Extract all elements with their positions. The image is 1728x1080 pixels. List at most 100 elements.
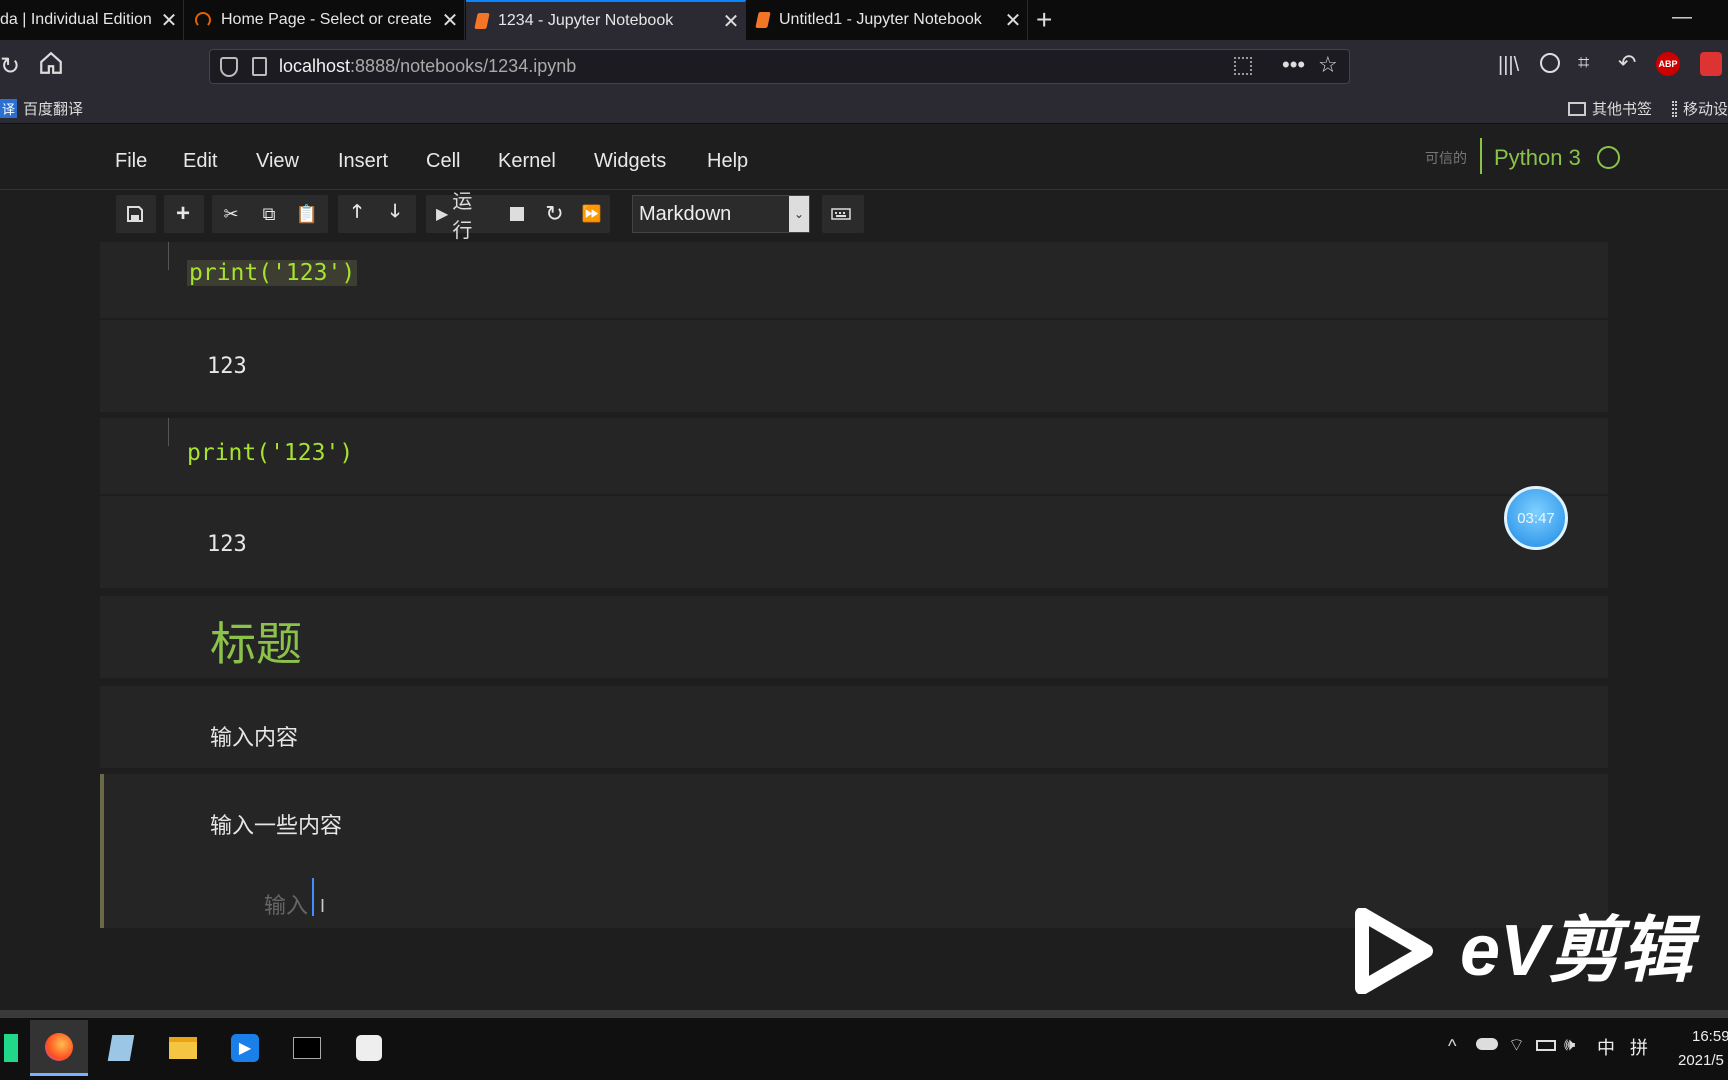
tab-1234-notebook[interactable]: 1234 - Jupyter Notebook ✕	[466, 0, 746, 40]
menu-kernel[interactable]: Kernel	[498, 150, 556, 173]
tab-anaconda[interactable]: da | Individual Edition ✕	[0, 0, 184, 40]
move-group: 🡑 🡓	[338, 195, 416, 233]
watermark-text: eV剪辑	[1460, 911, 1693, 991]
minimize-window-button[interactable]: —	[1672, 6, 1692, 29]
shield-icon[interactable]	[220, 56, 238, 77]
code-input[interactable]: print('123')	[187, 440, 353, 466]
menu-widgets[interactable]: Widgets	[594, 150, 666, 173]
horizontal-scrollbar[interactable]	[0, 1010, 1728, 1018]
insert-cell-icon[interactable]: +	[164, 195, 202, 233]
page-actions-icon[interactable]: •••	[1282, 52, 1305, 78]
markdown-cell-editing[interactable]: 输入一些内容 输入 I	[100, 774, 1608, 928]
insert-group: +	[164, 195, 204, 233]
app-firefox-icon[interactable]	[30, 1020, 88, 1076]
undo-close-icon[interactable]: ↶	[1618, 50, 1636, 76]
adblock-icon[interactable]: ABP	[1656, 52, 1680, 76]
account-icon[interactable]	[1540, 53, 1560, 73]
app-ev-recorder-icon[interactable]	[340, 1020, 398, 1076]
save-icon[interactable]	[116, 195, 154, 233]
code-cell-1[interactable]: print('123')	[100, 242, 1608, 318]
kernel-name[interactable]: Python 3	[1494, 145, 1581, 171]
close-icon[interactable]: ✕	[717, 9, 745, 34]
app-terminal-icon[interactable]	[278, 1020, 336, 1076]
editor-input[interactable]: 输入	[264, 888, 308, 920]
notebook-icon	[474, 13, 490, 29]
navigation-toolbar: ↻ localhost:8888/notebooks/1234.ipynb ••…	[0, 40, 1728, 92]
volume-icon[interactable]: 🕪	[1564, 1034, 1575, 1055]
cell-type-value: Markdown	[639, 202, 732, 225]
markdown-text: 输入一些内容	[210, 813, 343, 838]
output-text: 123	[207, 354, 247, 379]
restart-icon[interactable]: ↻	[536, 195, 573, 233]
play-logo-icon	[1355, 908, 1433, 994]
ime-language[interactable]: 中	[1597, 1034, 1615, 1060]
cell-border	[168, 418, 169, 446]
copy-icon[interactable]: ⧉	[250, 195, 288, 233]
menu-insert[interactable]: Insert	[338, 150, 388, 173]
app-ev-player-icon[interactable]: ▶	[216, 1020, 274, 1076]
menu-edit[interactable]: Edit	[183, 150, 217, 173]
menu-view[interactable]: View	[256, 150, 299, 173]
new-tab-button[interactable]: +	[1036, 4, 1052, 36]
folder-icon	[1568, 101, 1586, 116]
bookmark-label: 其他书签	[1592, 101, 1653, 118]
page-info-icon[interactable]	[252, 57, 267, 76]
url-path: :8888/notebooks/1234.ipynb	[350, 56, 577, 76]
jupyter-menubar: File Edit View Insert Cell Kernel Widget…	[0, 124, 1728, 190]
wifi-icon[interactable]: ⌔	[1508, 1034, 1525, 1057]
qr-code-icon[interactable]	[1234, 57, 1252, 75]
code-input[interactable]: print('123')	[187, 260, 358, 286]
fast-forward-icon[interactable]: ⏩	[573, 195, 610, 233]
bookmark-mobile-bookmarks[interactable]: 移动设	[1672, 98, 1728, 119]
bookmark-label: 移动设	[1682, 101, 1728, 118]
cell-type-select[interactable]: Markdown ⌄	[632, 195, 810, 233]
app-notebook-icon[interactable]	[92, 1020, 150, 1076]
close-icon[interactable]: ✕	[999, 8, 1027, 33]
tab-untitled1-notebook[interactable]: Untitled1 - Jupyter Notebook ✕	[747, 0, 1028, 40]
play-icon: ▶	[436, 206, 449, 223]
recording-timer-badge[interactable]: 03:47	[1504, 486, 1568, 550]
url-host: localhost	[279, 56, 351, 76]
bookmark-baidu-translate[interactable]: 译 百度翻译	[0, 98, 83, 119]
bookmark-other-bookmarks[interactable]: 其他书签	[1568, 98, 1652, 119]
bookmark-star-icon[interactable]: ☆	[1318, 52, 1338, 78]
tab-title: da | Individual Edition	[0, 11, 152, 28]
reload-icon[interactable]: ↻	[0, 52, 20, 81]
onedrive-icon[interactable]	[1476, 1038, 1498, 1050]
markdown-heading-cell[interactable]: 标题	[100, 596, 1608, 678]
markdown-cell-1[interactable]: 输入内容	[100, 686, 1608, 768]
move-up-icon[interactable]: 🡑	[338, 195, 376, 233]
chevron-down-icon: ⌄	[789, 196, 809, 232]
move-down-icon[interactable]: 🡓	[376, 195, 414, 233]
code-cell-2[interactable]: print('123')	[100, 418, 1608, 494]
cut-icon[interactable]: ✂	[212, 195, 250, 233]
home-icon[interactable]	[38, 50, 64, 81]
menu-help[interactable]: Help	[707, 150, 748, 173]
clock-time[interactable]: 16:59	[1692, 1028, 1728, 1045]
text-cursor	[312, 878, 314, 916]
loading-icon	[195, 12, 211, 28]
run-label: 运行	[452, 191, 473, 242]
paste-icon[interactable]: 📋	[288, 195, 326, 233]
trusted-indicator[interactable]: 可信的	[1425, 148, 1467, 168]
run-button[interactable]: ▶ 运行	[426, 191, 499, 242]
ime-mode[interactable]: 拼	[1630, 1034, 1648, 1060]
menu-file[interactable]: File	[115, 150, 147, 173]
show-hidden-icons-icon[interactable]: ^	[1448, 1036, 1456, 1057]
stop-icon[interactable]	[499, 195, 536, 233]
clock-date[interactable]: 2021/5	[1678, 1052, 1724, 1069]
close-icon[interactable]: ✕	[436, 8, 464, 33]
cell-border	[168, 242, 169, 270]
extension-icon[interactable]	[1700, 52, 1722, 76]
address-bar[interactable]: localhost:8888/notebooks/1234.ipynb ••• …	[209, 49, 1350, 84]
translate-icon: 译	[0, 99, 18, 118]
app-file-explorer-icon[interactable]	[154, 1020, 212, 1076]
screenshot-icon[interactable]: ⌗	[1578, 52, 1589, 75]
battery-icon[interactable]	[1536, 1040, 1556, 1051]
keyboard-shortcuts-icon[interactable]	[822, 195, 860, 233]
library-icon[interactable]: |||\	[1498, 54, 1519, 77]
tab-home-page[interactable]: Home Page - Select or create ✕	[185, 0, 465, 40]
app-pycharm-icon[interactable]	[0, 1020, 22, 1076]
close-icon[interactable]: ✕	[155, 8, 183, 33]
menu-cell[interactable]: Cell	[426, 150, 460, 173]
